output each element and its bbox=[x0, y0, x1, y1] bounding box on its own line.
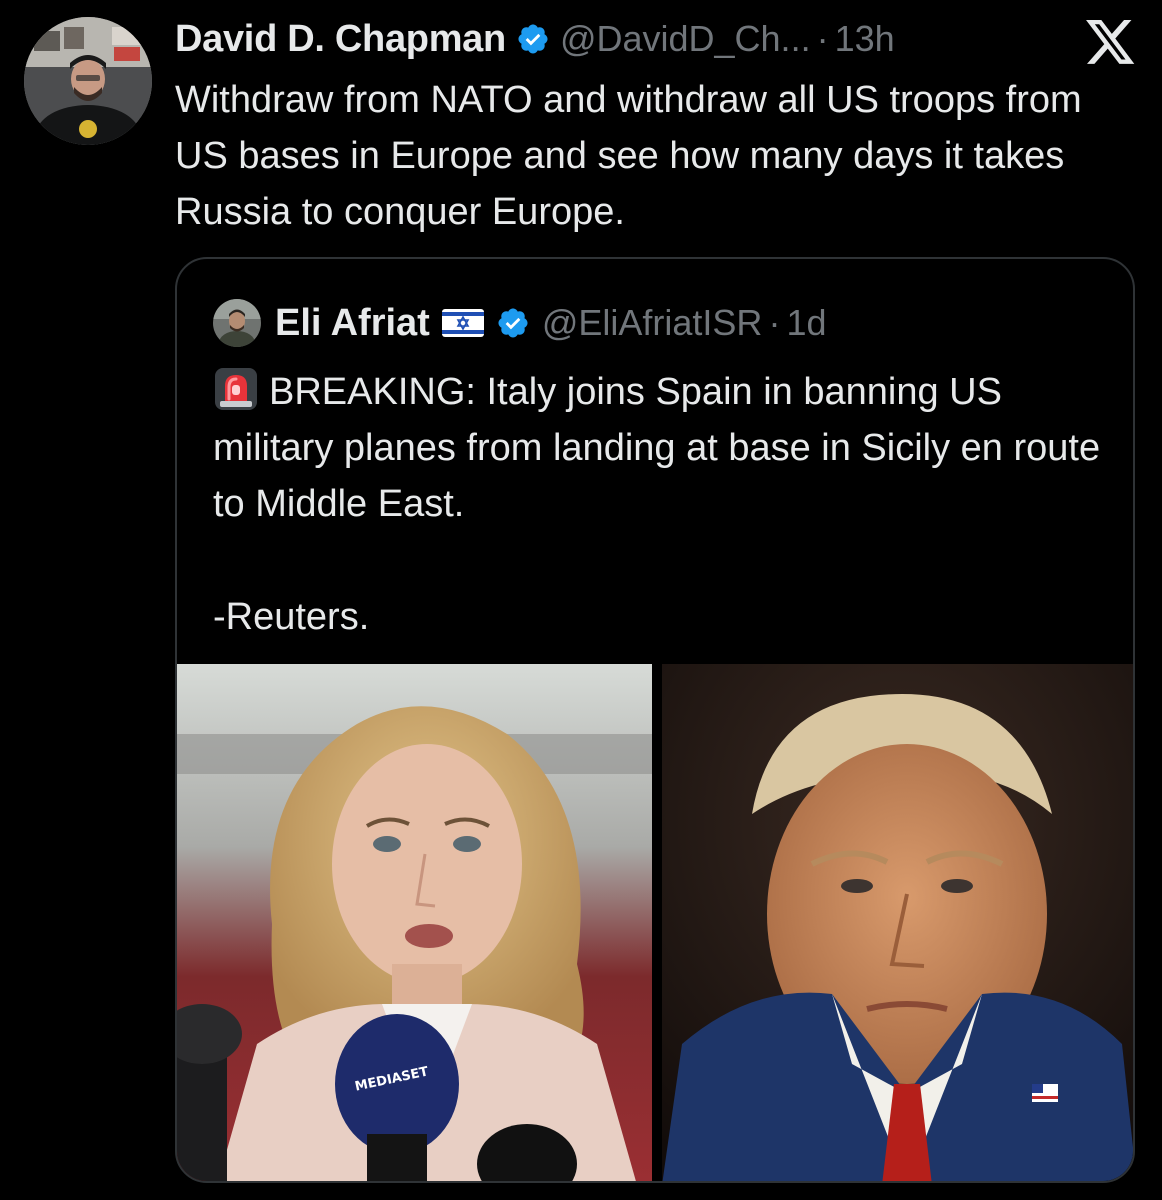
author-handle[interactable]: @DavidD_Ch... bbox=[560, 18, 811, 60]
woman-at-microphones-photo[interactable]: MEDIASET bbox=[177, 664, 652, 1181]
quoted-tweet-card[interactable]: Eli Afriat @EliAfriatISR · 1d BREAKING: … bbox=[175, 257, 1135, 1183]
tweet-text: Withdraw from NATO and withdraw all US t… bbox=[175, 79, 1093, 233]
quoted-tweet-header: Eli Afriat @EliAfriatISR · 1d bbox=[213, 299, 826, 347]
quoted-separator-dot: · bbox=[768, 302, 781, 343]
quoted-tweet-text-block: BREAKING: Italy joins Spain in banning U… bbox=[213, 364, 1113, 532]
quoted-tweet-timestamp[interactable]: 1d bbox=[786, 302, 826, 344]
israel-flag-icon bbox=[441, 309, 484, 337]
author-avatar[interactable] bbox=[24, 17, 152, 145]
quoted-author-handle[interactable]: @EliAfriatISR bbox=[542, 302, 763, 344]
quoted-author-display-name[interactable]: Eli Afriat bbox=[275, 302, 430, 345]
author-display-name[interactable]: David D. Chapman bbox=[175, 18, 506, 61]
profile-photo bbox=[24, 17, 152, 145]
quoted-profile-photo bbox=[213, 299, 261, 347]
man-in-suit-portrait-photo[interactable] bbox=[662, 664, 1133, 1181]
quoted-author-avatar[interactable] bbox=[213, 299, 261, 347]
quoted-tweet-signature: -Reuters. bbox=[213, 596, 370, 638]
quoted-tweet-text: BREAKING: Italy joins Spain in banning U… bbox=[213, 371, 1111, 525]
tweet-timestamp[interactable]: 13h bbox=[835, 18, 895, 60]
verified-badge-icon bbox=[516, 22, 550, 56]
quoted-tweet-media: MEDIASET bbox=[177, 664, 1133, 1181]
police-siren-icon bbox=[213, 366, 259, 412]
quoted-verified-badge-icon bbox=[496, 306, 530, 340]
x-logo-icon[interactable] bbox=[1085, 20, 1137, 66]
tweet-header: David D. Chapman @DavidD_Ch... · 13h bbox=[175, 16, 895, 62]
separator-dot: · bbox=[816, 18, 829, 59]
